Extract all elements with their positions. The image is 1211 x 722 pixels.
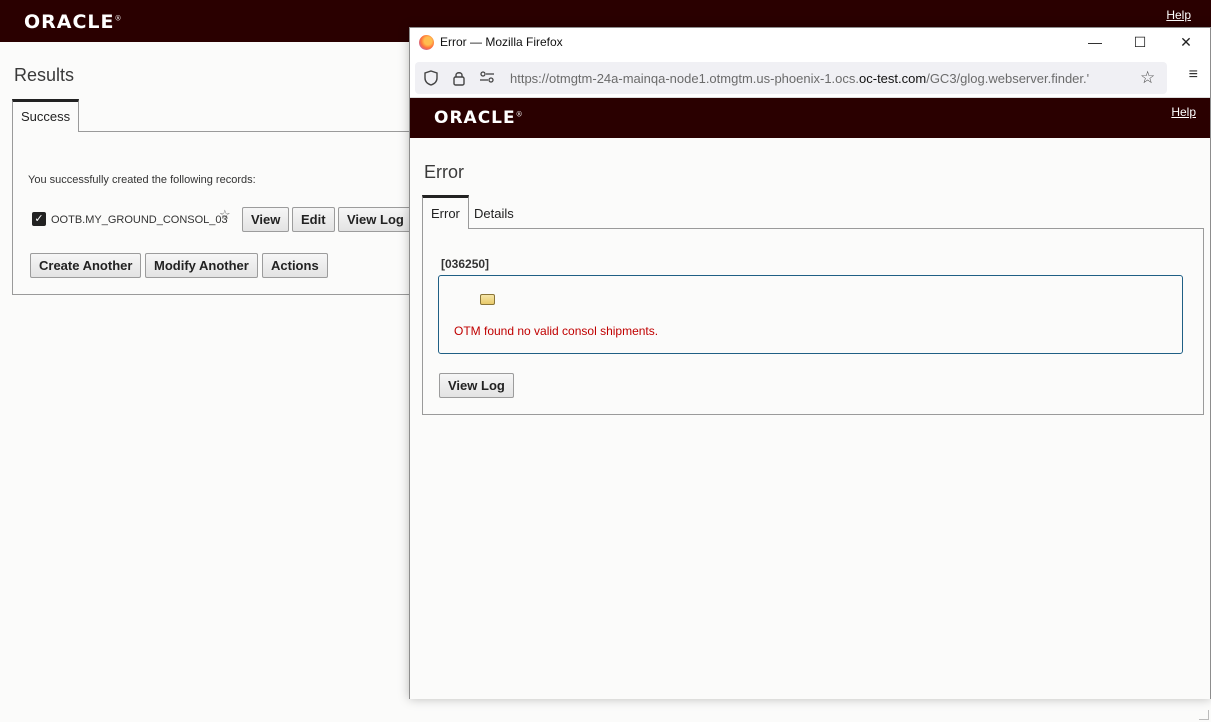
actions-button[interactable]: Actions: [262, 253, 328, 278]
address-field[interactable]: https://otmgtm-24a-mainqa-node1.otmgtm.u…: [415, 62, 1167, 94]
firefox-icon: [419, 35, 434, 50]
tab-success[interactable]: Success: [12, 99, 80, 132]
folder-icon: [480, 294, 495, 305]
favorite-star-icon[interactable]: ☆: [219, 207, 231, 223]
oracle-logo: ORACLE®: [24, 11, 123, 33]
menu-icon[interactable]: ≡: [1189, 66, 1198, 84]
lock-icon[interactable]: [452, 70, 466, 89]
error-code: [036250]: [441, 257, 490, 271]
view-log-button[interactable]: View Log: [338, 207, 413, 232]
firefox-popup-window: Error — Mozilla Firefox — ☐ ✕ https://ot…: [409, 27, 1211, 699]
error-message: OTM found no valid consol shipments.: [454, 324, 659, 338]
view-log-button[interactable]: View Log: [439, 373, 514, 398]
url-text[interactable]: https://otmgtm-24a-mainqa-node1.otmgtm.u…: [510, 71, 1142, 86]
window-titlebar[interactable]: Error — Mozilla Firefox — ☐ ✕: [410, 28, 1210, 58]
tab-error[interactable]: Error: [422, 195, 469, 229]
page-title: Results: [14, 65, 75, 85]
close-button[interactable]: ✕: [1171, 31, 1201, 53]
error-page-header: ORACLE® Help: [410, 98, 1210, 138]
record-checkbox[interactable]: ✓: [32, 212, 46, 226]
view-button[interactable]: View: [242, 207, 290, 232]
url-bar: https://otmgtm-24a-mainqa-node1.otmgtm.u…: [410, 58, 1210, 98]
create-another-button[interactable]: Create Another: [30, 253, 142, 278]
tab-details[interactable]: Details: [466, 200, 522, 228]
star-icon[interactable]: ☆: [1140, 68, 1155, 88]
maximize-button[interactable]: ☐: [1125, 31, 1155, 53]
record-id: OOTB.MY_GROUND_CONSOL_03: [51, 214, 228, 226]
help-link[interactable]: Help: [1166, 8, 1191, 22]
help-link[interactable]: Help: [1171, 105, 1196, 119]
oracle-logo: ORACLE®: [434, 108, 524, 128]
edit-button[interactable]: Edit: [292, 207, 335, 232]
permissions-icon[interactable]: [479, 70, 495, 87]
modify-another-button[interactable]: Modify Another: [145, 253, 258, 278]
minimize-button[interactable]: —: [1080, 31, 1110, 53]
resize-grip[interactable]: [1199, 710, 1209, 720]
window-title: Error — Mozilla Firefox: [440, 35, 563, 49]
error-page: ORACLE® Help Error Error Details [036250…: [410, 98, 1210, 699]
page-title: Error: [424, 162, 464, 182]
shield-icon[interactable]: [424, 70, 438, 89]
success-info-text: You successfully created the following r…: [28, 174, 256, 186]
error-message-box: OTM found no valid consol shipments.: [438, 275, 1183, 354]
